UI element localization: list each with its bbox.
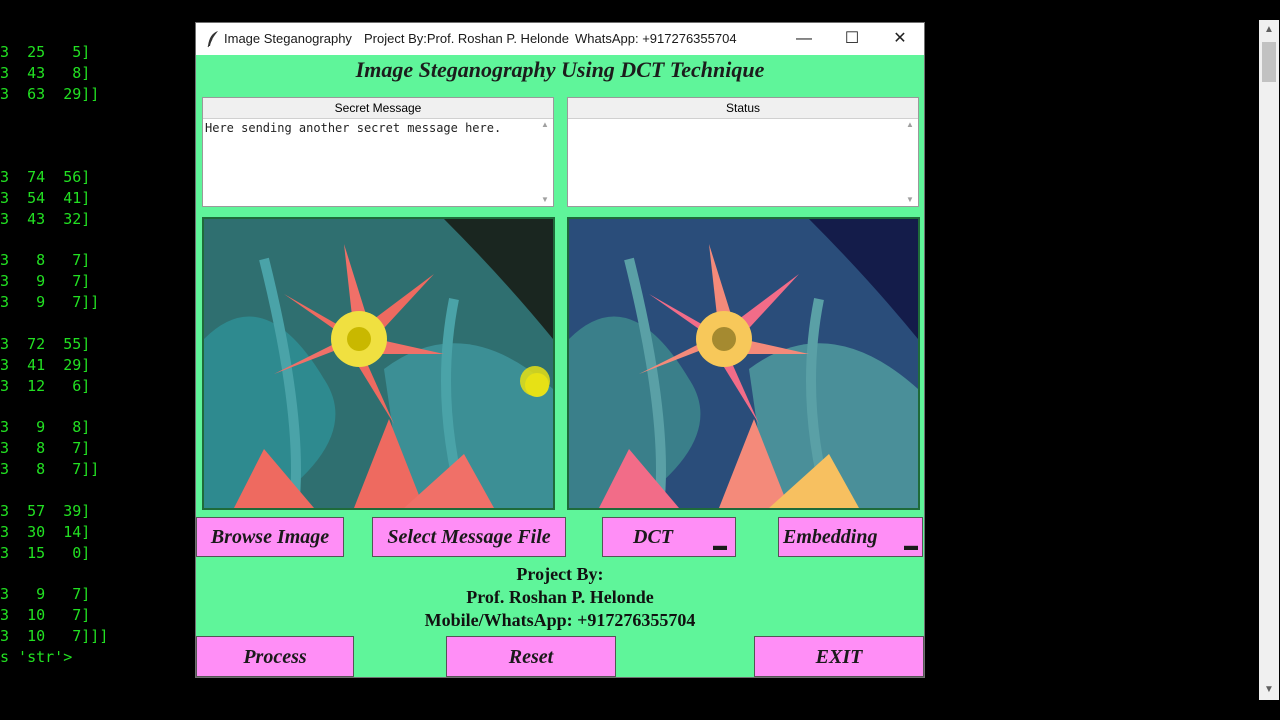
reset-button[interactable]: Reset: [446, 636, 616, 677]
console-line: 3 9 7]: [0, 272, 91, 290]
console-line: 3 10 7]: [0, 606, 91, 624]
mode-dropdown-label: Embedding: [783, 526, 878, 548]
method-dropdown-label: DCT: [633, 526, 673, 548]
title-project-by: Project By:Prof. Roshan P. Helonde: [364, 31, 569, 46]
secret-message-panel: Secret Message Here sending another secr…: [202, 97, 554, 207]
window-title: Image Steganography: [224, 31, 352, 46]
cursor-highlight: [520, 366, 550, 396]
console-line: 3 72 55]: [0, 335, 91, 353]
scroll-down-icon[interactable]: ▼: [1259, 682, 1279, 698]
output-image: [567, 217, 920, 510]
option-menu-indicator-icon: ▬: [713, 539, 727, 554]
page-title: Image Steganography Using DCT Technique: [355, 57, 765, 82]
console-line: s 'str'>: [0, 648, 73, 666]
mode-dropdown[interactable]: Embedding ▬: [778, 517, 923, 557]
console-line: 3 8 7]: [0, 251, 91, 269]
maximize-button[interactable]: ☐: [828, 23, 876, 55]
secret-message-textbox[interactable]: Here sending another secret message here…: [205, 120, 537, 204]
console-line: 3 8 7]]: [0, 460, 100, 478]
console-output: 3 25 5] 3 43 8] 3 63 29]] 3 74 56] 3 54 41] 3…: [0, 0, 195, 720]
console-line: 3 41 29]: [0, 356, 91, 374]
console-line: 3 57 39]: [0, 502, 91, 520]
chevron-up-icon[interactable]: ▲: [904, 120, 916, 129]
console-line: 3 9 7]: [0, 585, 91, 603]
console-line: 3 12 6]: [0, 377, 91, 395]
input-image: [202, 217, 555, 510]
chevron-down-icon[interactable]: ▼: [904, 195, 916, 204]
title-bar[interactable]: Image Steganography Project By:Prof. Ros…: [196, 23, 924, 55]
credits-heading: Project By:: [516, 564, 604, 584]
app-window: Image Steganography Project By:Prof. Ros…: [195, 22, 925, 678]
select-message-file-button[interactable]: Select Message File: [372, 517, 566, 557]
secret-message-scrollbar[interactable]: ▲ ▼: [539, 120, 551, 204]
console-line: 3 74 56]: [0, 168, 91, 186]
status-textbox[interactable]: [570, 120, 902, 204]
status-label: Status: [568, 98, 918, 119]
page-scrollbar[interactable]: ▲ ▼: [1259, 20, 1279, 700]
credits-contact: Mobile/WhatsApp: +917276355704: [424, 610, 696, 630]
chevron-up-icon[interactable]: ▲: [539, 120, 551, 129]
console-line: 3 9 8]: [0, 418, 91, 436]
status-panel: Status ▲ ▼: [567, 97, 919, 207]
console-line: 3 9 7]]: [0, 293, 100, 311]
console-line: 3 43 8]: [0, 64, 91, 82]
console-line: 3 30 14]: [0, 523, 91, 541]
console-line: 3 15 0]: [0, 544, 91, 562]
close-button[interactable]: ✕: [876, 23, 924, 55]
credits-name: Prof. Roshan P. Helonde: [466, 587, 654, 607]
scrollbar-thumb[interactable]: [1262, 42, 1276, 82]
scroll-up-icon[interactable]: ▲: [1259, 22, 1279, 38]
feather-icon: [206, 30, 220, 51]
console-line: 3 10 7]]]: [0, 627, 109, 645]
console-line: 3 43 32]: [0, 210, 91, 228]
chevron-down-icon[interactable]: ▼: [539, 195, 551, 204]
option-menu-indicator-icon: ▬: [904, 539, 918, 554]
title-whatsapp: WhatsApp: +917276355704: [575, 31, 737, 46]
credits-block: Project By: Prof. Roshan P. Helonde Mobi…: [196, 563, 924, 632]
secret-message-label: Secret Message: [203, 98, 553, 119]
console-line: 3 25 5]: [0, 43, 91, 61]
process-button[interactable]: Process: [196, 636, 354, 677]
console-line: 3 54 41]: [0, 189, 91, 207]
console-line: 3 8 7]: [0, 439, 91, 457]
browse-image-button[interactable]: Browse Image: [196, 517, 344, 557]
minimize-button[interactable]: —: [780, 23, 828, 55]
status-scrollbar[interactable]: ▲ ▼: [904, 120, 916, 204]
method-dropdown[interactable]: DCT ▬: [602, 517, 736, 557]
exit-button[interactable]: EXIT: [754, 636, 924, 677]
console-line: 3 63 29]]: [0, 85, 100, 103]
